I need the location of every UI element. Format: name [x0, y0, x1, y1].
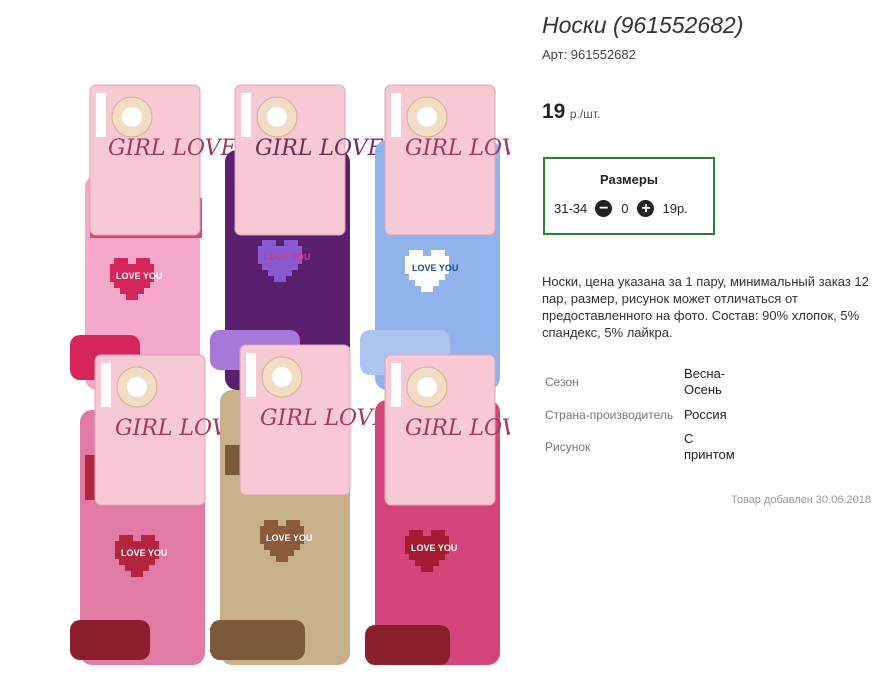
sizes-title: Размеры: [600, 172, 658, 187]
sock-pair-purple: GIRL LOVE LOVE YOU: [210, 84, 384, 390]
plus-icon[interactable]: +: [637, 200, 655, 217]
price-unit: р./шт.: [569, 107, 601, 121]
attribute-value: С принтом: [684, 431, 735, 462]
love-you-text: LOVE YOU: [264, 252, 310, 262]
sizes-box: Размеры 31-34 − 0 + 19р.: [543, 157, 715, 235]
girl-love-text: GIRL LOVE: [108, 136, 237, 161]
attribute-key: Сезон: [545, 375, 579, 389]
attribute-value: Россия: [684, 407, 727, 422]
attribute-key: Рисунок: [545, 440, 591, 454]
minus-icon[interactable]: −: [595, 200, 613, 217]
product-description: Носки, цена указана за 1 пару, минимальн…: [542, 274, 869, 340]
love-you-text: LOVE YOU: [266, 533, 312, 543]
love-you-text: LOVE YOU: [116, 271, 162, 281]
size-price: 19р.: [662, 201, 688, 216]
love-you-text: LOVE YOU: [121, 548, 167, 558]
size-label: 31-34: [554, 201, 588, 216]
price-amount: 19: [542, 100, 566, 123]
product-title: Носки (961552682): [542, 12, 744, 38]
attribute-value: Весна-Осень: [684, 366, 726, 397]
girl-love-text: GIRL LOVE: [405, 416, 510, 441]
girl-love-text: GIRL LOVE: [260, 406, 389, 431]
size-row: 31-34 − 0 + 19р.: [554, 200, 688, 217]
girl-love-text: GIRL LOVE: [405, 136, 510, 161]
sock-pair-raspberry: GIRL LOVE LOVE YOU: [365, 354, 510, 665]
sock-pair-blue: GIRL LOVE LOVE YOU: [360, 84, 510, 390]
quantity-value[interactable]: 0: [621, 201, 628, 216]
product-image[interactable]: GIRL LOVE LOVE YOU GIRL LOVE LOVE YOU GI…: [60, 80, 510, 670]
girl-love-text: GIRL LOVE: [255, 136, 384, 161]
attribute-key: Страна-производитель: [545, 408, 674, 422]
love-you-text: LOVE YOU: [411, 543, 457, 553]
sock-pair-pink-dark: GIRL LOVE LOVE YOU: [70, 354, 244, 665]
love-you-text: LOVE YOU: [412, 263, 458, 273]
sock-pair-beige: GIRL LOVE LOVE YOU: [210, 344, 389, 665]
product-price: 19 р./шт.: [542, 100, 600, 124]
date-added: Товар добавлен 30.06.2018: [730, 494, 871, 506]
product-sku: Арт: 961552682: [542, 47, 636, 62]
